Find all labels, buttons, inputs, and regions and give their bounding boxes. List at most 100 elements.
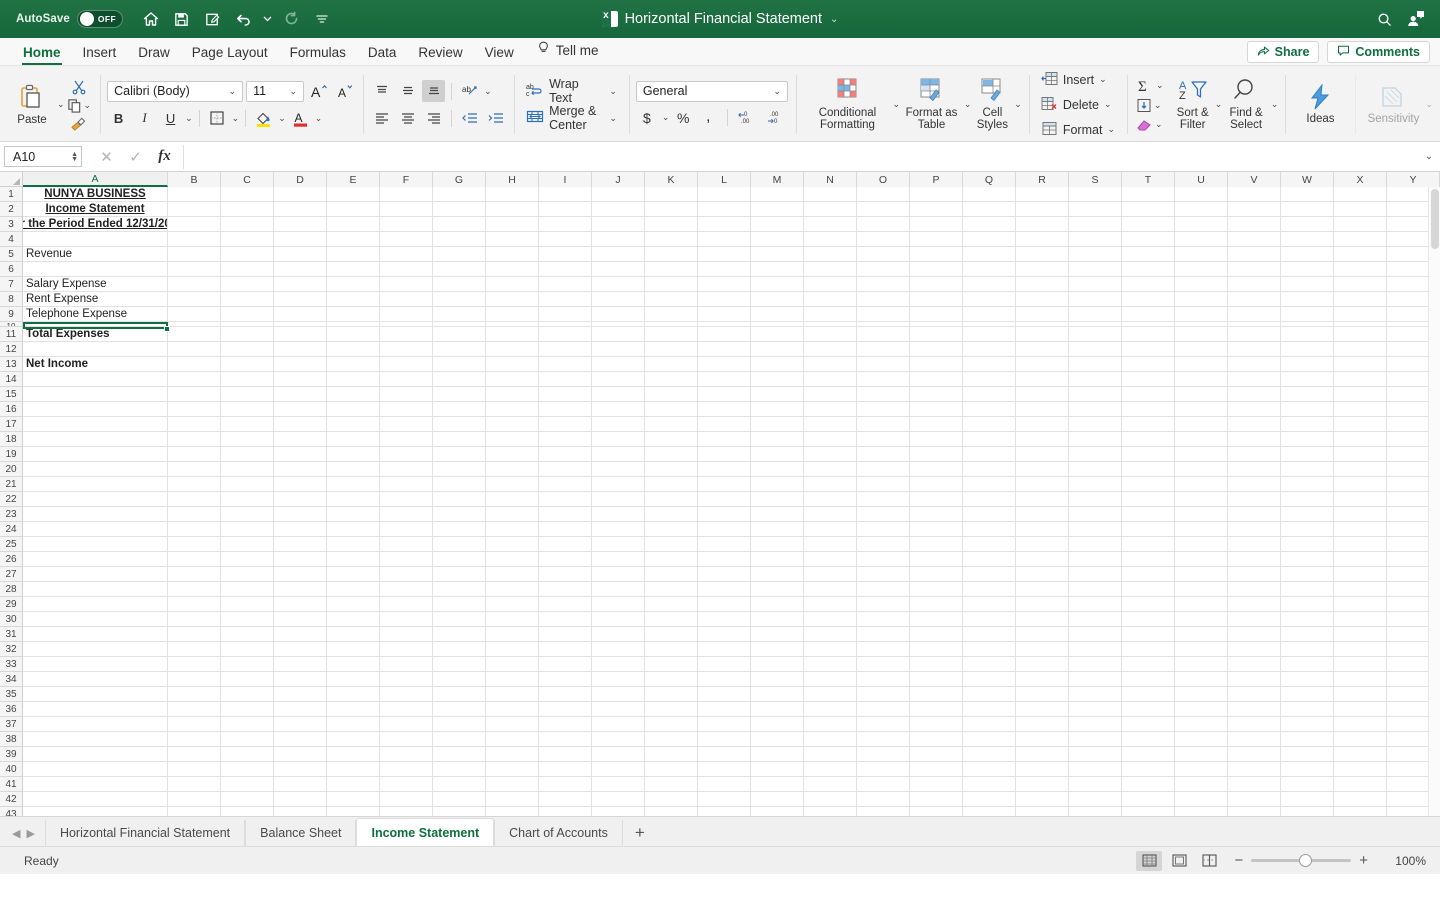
cell-X31[interactable] bbox=[1334, 627, 1387, 642]
cell-E3[interactable] bbox=[327, 217, 380, 232]
cell-B23[interactable] bbox=[168, 507, 221, 522]
row-header-41[interactable]: 41 bbox=[0, 777, 23, 792]
cell-J11[interactable] bbox=[592, 327, 645, 342]
cell-C14[interactable] bbox=[221, 372, 274, 387]
cell-W4[interactable] bbox=[1281, 232, 1334, 247]
cell-E5[interactable] bbox=[327, 247, 380, 262]
decrease-font-size-button[interactable]: A bbox=[333, 80, 356, 102]
cell-F22[interactable] bbox=[380, 492, 433, 507]
sort-filter-dropdown-icon[interactable]: ⌄ bbox=[1215, 99, 1223, 110]
cell-U22[interactable] bbox=[1175, 492, 1228, 507]
cell-E30[interactable] bbox=[327, 612, 380, 627]
cell-C42[interactable] bbox=[221, 792, 274, 807]
cell-F38[interactable] bbox=[380, 732, 433, 747]
cell-U20[interactable] bbox=[1175, 462, 1228, 477]
cell-F35[interactable] bbox=[380, 687, 433, 702]
cell-K39[interactable] bbox=[645, 747, 698, 762]
conditional-formatting-dropdown-icon[interactable]: ⌄ bbox=[893, 99, 901, 110]
cell-R12[interactable] bbox=[1016, 342, 1069, 357]
cell-D6[interactable] bbox=[274, 262, 327, 277]
cell-P1[interactable] bbox=[910, 187, 963, 202]
cell-T13[interactable] bbox=[1122, 357, 1175, 372]
cell-I27[interactable] bbox=[539, 567, 592, 582]
row-header-18[interactable]: 18 bbox=[0, 432, 23, 447]
cell-A31[interactable] bbox=[23, 627, 168, 642]
formula-input[interactable] bbox=[183, 145, 1418, 169]
cell-U42[interactable] bbox=[1175, 792, 1228, 807]
cell-U4[interactable] bbox=[1175, 232, 1228, 247]
sheet-tab-chart-of-accounts[interactable]: Chart of Accounts bbox=[494, 820, 623, 846]
cell-V11[interactable] bbox=[1228, 327, 1281, 342]
cell-L35[interactable] bbox=[698, 687, 751, 702]
cell-T4[interactable] bbox=[1122, 232, 1175, 247]
cell-C17[interactable] bbox=[221, 417, 274, 432]
font-family-select[interactable]: Calibri (Body) ⌄ bbox=[107, 81, 243, 102]
cell-L37[interactable] bbox=[698, 717, 751, 732]
cell-W26[interactable] bbox=[1281, 552, 1334, 567]
cell-X13[interactable] bbox=[1334, 357, 1387, 372]
cell-W29[interactable] bbox=[1281, 597, 1334, 612]
cell-J9[interactable] bbox=[592, 307, 645, 322]
cell-S35[interactable] bbox=[1069, 687, 1122, 702]
cell-U27[interactable] bbox=[1175, 567, 1228, 582]
cell-D12[interactable] bbox=[274, 342, 327, 357]
cell-C15[interactable] bbox=[221, 387, 274, 402]
cell-A41[interactable] bbox=[23, 777, 168, 792]
cell-R38[interactable] bbox=[1016, 732, 1069, 747]
cell-T3[interactable] bbox=[1122, 217, 1175, 232]
cell-X28[interactable] bbox=[1334, 582, 1387, 597]
fill-button[interactable]: ⌄ bbox=[1134, 97, 1166, 114]
cell-F6[interactable] bbox=[380, 262, 433, 277]
cell-R1[interactable] bbox=[1016, 187, 1069, 202]
sheet-tab-horizontal-financial-statement[interactable]: Horizontal Financial Statement bbox=[45, 820, 245, 846]
cell-W5[interactable] bbox=[1281, 247, 1334, 262]
cell-U31[interactable] bbox=[1175, 627, 1228, 642]
cell-H2[interactable] bbox=[486, 202, 539, 217]
cell-W36[interactable] bbox=[1281, 702, 1334, 717]
cell-H9[interactable] bbox=[486, 307, 539, 322]
cell-G35[interactable] bbox=[433, 687, 486, 702]
column-header-d[interactable]: D bbox=[274, 172, 327, 187]
row-header-24[interactable]: 24 bbox=[0, 522, 23, 537]
cell-I31[interactable] bbox=[539, 627, 592, 642]
cell-S7[interactable] bbox=[1069, 277, 1122, 292]
cell-H42[interactable] bbox=[486, 792, 539, 807]
format-cells-button[interactable]: Format ⌄ bbox=[1036, 119, 1120, 141]
cell-R14[interactable] bbox=[1016, 372, 1069, 387]
cell-E33[interactable] bbox=[327, 657, 380, 672]
cell-D19[interactable] bbox=[274, 447, 327, 462]
delete-dropdown-icon[interactable]: ⌄ bbox=[1104, 99, 1112, 110]
cell-P26[interactable] bbox=[910, 552, 963, 567]
cell-L21[interactable] bbox=[698, 477, 751, 492]
accounting-format-button[interactable]: $ bbox=[636, 107, 659, 129]
cell-D1[interactable] bbox=[274, 187, 327, 202]
fill-dropdown-icon[interactable]: ⌄ bbox=[1154, 100, 1162, 111]
column-header-q[interactable]: Q bbox=[963, 172, 1016, 187]
cell-F30[interactable] bbox=[380, 612, 433, 627]
cell-J40[interactable] bbox=[592, 762, 645, 777]
cell-V2[interactable] bbox=[1228, 202, 1281, 217]
cell-E24[interactable] bbox=[327, 522, 380, 537]
cell-I9[interactable] bbox=[539, 307, 592, 322]
cell-K37[interactable] bbox=[645, 717, 698, 732]
cell-W14[interactable] bbox=[1281, 372, 1334, 387]
cell-M30[interactable] bbox=[751, 612, 804, 627]
cell-X37[interactable] bbox=[1334, 717, 1387, 732]
cell-M2[interactable] bbox=[751, 202, 804, 217]
cell-A28[interactable] bbox=[23, 582, 168, 597]
cell-O25[interactable] bbox=[857, 537, 910, 552]
cell-T18[interactable] bbox=[1122, 432, 1175, 447]
cell-M19[interactable] bbox=[751, 447, 804, 462]
cell-G7[interactable] bbox=[433, 277, 486, 292]
cell-W37[interactable] bbox=[1281, 717, 1334, 732]
cell-I3[interactable] bbox=[539, 217, 592, 232]
cell-H15[interactable] bbox=[486, 387, 539, 402]
cell-K36[interactable] bbox=[645, 702, 698, 717]
row-header-36[interactable]: 36 bbox=[0, 702, 23, 717]
cell-D26[interactable] bbox=[274, 552, 327, 567]
cell-O22[interactable] bbox=[857, 492, 910, 507]
cell-I11[interactable] bbox=[539, 327, 592, 342]
cell-F13[interactable] bbox=[380, 357, 433, 372]
cell-V27[interactable] bbox=[1228, 567, 1281, 582]
cell-O12[interactable] bbox=[857, 342, 910, 357]
